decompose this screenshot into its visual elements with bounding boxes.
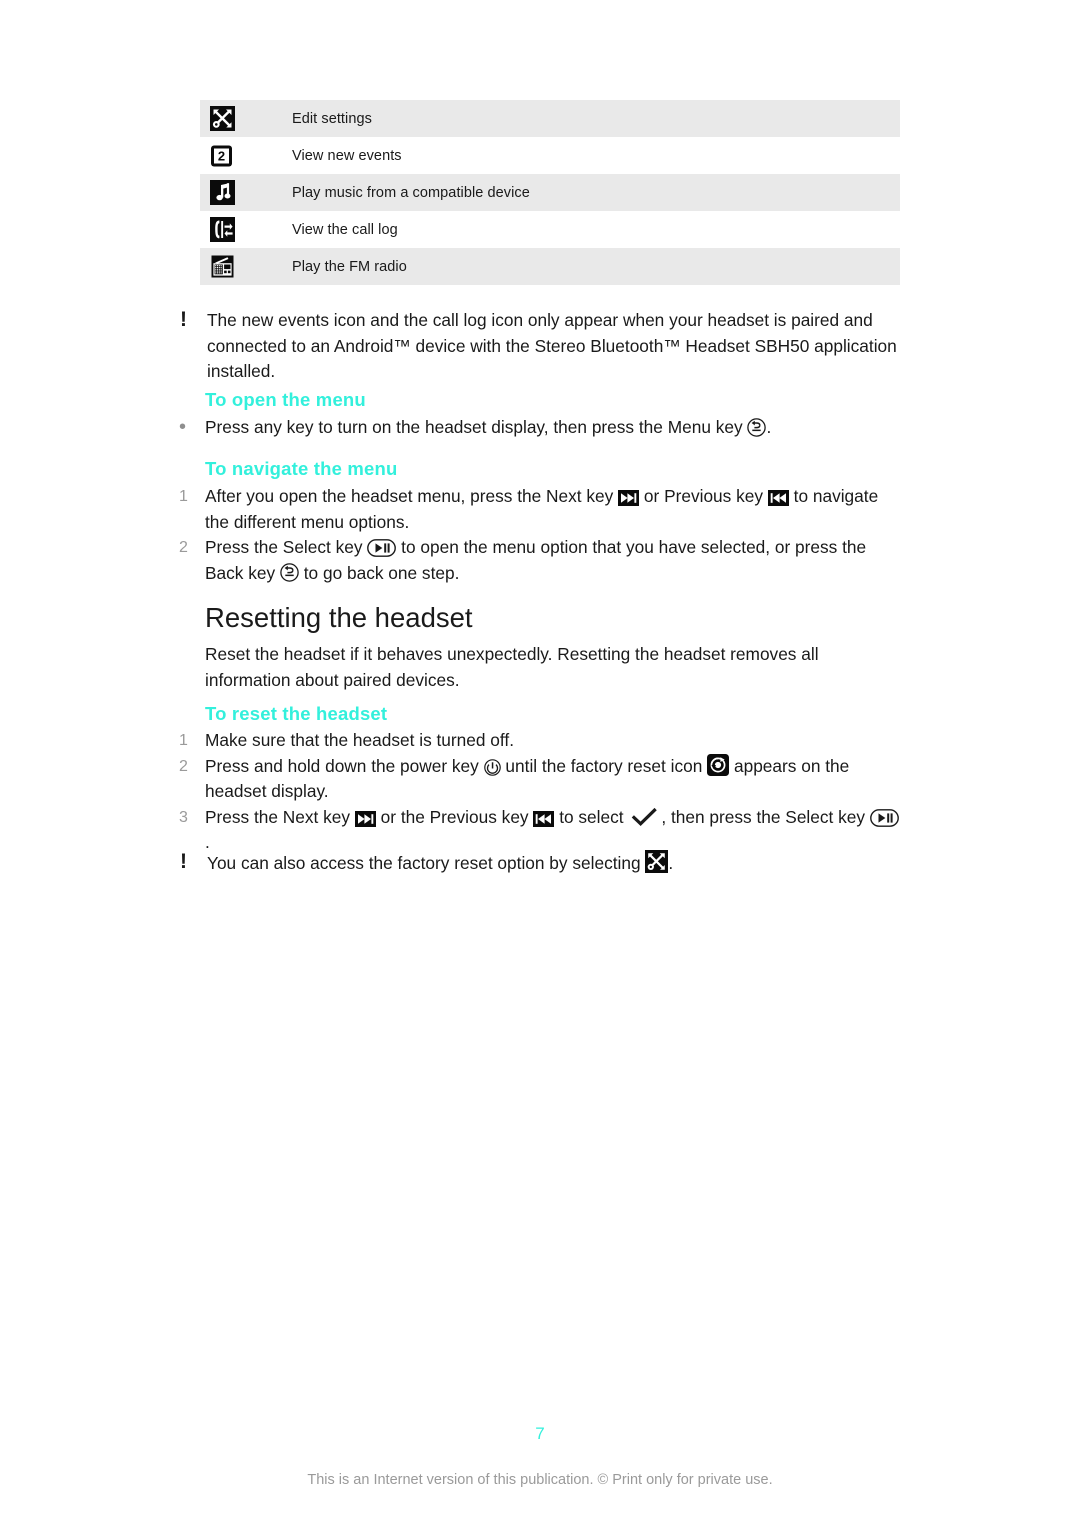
list-item: 1 After you open the headset menu, press… [172, 484, 902, 535]
note-text-before: You can also access the factory reset op… [207, 853, 641, 874]
list-item-body: Make sure that the headset is turned off… [205, 730, 515, 750]
previous-key-icon [767, 489, 789, 506]
note-factory-reset-text: You can also access the factory reset op… [207, 850, 902, 877]
table-row: Edit settings [200, 100, 900, 137]
reset-step2-part1: Press and hold down the power key [205, 755, 479, 776]
exclamation-icon: ! [180, 308, 187, 331]
heading-to-navigate-the-menu: To navigate the menu [205, 458, 398, 479]
next-key-icon [354, 810, 376, 827]
list-number: 2 [179, 757, 188, 775]
step1-part2: or Previous key [643, 486, 764, 506]
resetting-paragraph: Reset the headset if it behaves unexpect… [205, 644, 819, 690]
table-cell-label: Play the FM radio [292, 258, 407, 275]
note-text-after: . [668, 853, 674, 874]
table-cell-icon: 2 [200, 144, 292, 168]
tools-icon [210, 106, 235, 131]
table-cell-icon [200, 180, 292, 205]
list-bullet: • [179, 416, 187, 438]
svg-text:2: 2 [218, 148, 225, 163]
table-cell-icon [200, 254, 292, 279]
reset-step3-part1: Press the Next key [205, 806, 351, 827]
table-cell-label: Edit settings [292, 110, 372, 127]
heading-to-open-the-menu: To open the menu [205, 389, 366, 410]
list-item: 2 Press and hold down the power key unti… [172, 753, 902, 805]
select-key-icon [869, 808, 899, 827]
table-row: 2 View new events [200, 137, 900, 174]
open-menu-list: • Press any key to turn on the headset d… [172, 415, 902, 441]
new-events-icon: 2 [210, 144, 233, 168]
page-number: 7 [535, 1424, 545, 1443]
fm-radio-icon [210, 254, 235, 279]
music-note-icon [210, 180, 235, 205]
list-item: 2 Press the Select key to open the menu … [172, 535, 902, 586]
checkmark-icon [631, 807, 658, 827]
table-cell-label: View new events [292, 147, 402, 164]
step2-part1: Press the Select key [205, 537, 363, 557]
footer-note: This is an Internet version of this publ… [307, 1472, 773, 1488]
list-number: 3 [179, 808, 188, 826]
previous-key-icon [533, 810, 555, 827]
table-cell-label: Play music from a compatible device [292, 184, 530, 201]
navigate-menu-list: 1 After you open the headset menu, press… [172, 484, 902, 586]
call-log-icon [210, 217, 235, 242]
exclamation-icon: ! [180, 850, 187, 873]
page-title-resetting-the-headset: Resetting the headset [205, 602, 473, 633]
list-item-body: Press and hold down the power key until … [205, 753, 902, 805]
list-item-body: Press any key to turn on the headset dis… [205, 415, 902, 441]
list-item: 3 Press the Next key or the Previous key [172, 805, 902, 856]
list-item: • Press any key to turn on the headset d… [172, 415, 902, 441]
select-key-icon [367, 538, 397, 557]
table-row: Play the FM radio [200, 248, 900, 285]
note-factory-reset: ! You can also access the factory reset … [172, 850, 902, 877]
list-item-body: After you open the headset menu, press t… [205, 484, 902, 535]
list-item-body: Press the Next key or the Previous key t… [205, 805, 902, 856]
reset-step2-part2: until the factory reset icon [505, 755, 703, 776]
list-number: 1 [179, 732, 188, 749]
open-menu-text-before: Press any key to turn on the headset dis… [205, 417, 743, 437]
table-row: View the call log [200, 211, 900, 248]
list-item-body: Press the Select key to open the menu op… [205, 535, 902, 586]
headset-icon-table: Edit settings 2 View new events Play mus… [200, 100, 900, 285]
note-pairing-text: The new events icon and the call log ico… [207, 310, 897, 381]
power-key-icon [483, 758, 501, 776]
table-cell-label: View the call log [292, 221, 398, 238]
back-key-icon [280, 563, 299, 583]
step1-part1: After you open the headset menu, press t… [205, 486, 614, 506]
open-menu-text-after: . [766, 417, 772, 437]
heading-to-reset-the-headset: To reset the headset [205, 703, 388, 724]
next-key-icon [618, 489, 640, 506]
list-number: 2 [179, 539, 188, 556]
table-row: Play music from a compatible device [200, 174, 900, 211]
reset-step3-part3: to select [559, 806, 624, 827]
menu-key-icon [747, 418, 767, 437]
reset-step3-part4: , then press the Select key [661, 806, 866, 827]
list-item: 1 Make sure that the headset is turned o… [172, 728, 902, 754]
table-cell-icon [200, 106, 292, 131]
step2-part3: to go back one step. [303, 562, 460, 583]
table-cell-icon [200, 217, 292, 242]
factory-reset-icon [707, 753, 730, 776]
reset-step3-part2: or the Previous key [380, 806, 529, 827]
reset-steps-list: 1 Make sure that the headset is turned o… [172, 728, 902, 856]
list-number: 1 [179, 488, 188, 505]
note-pairing: ! The new events icon and the call log i… [172, 308, 902, 385]
tools-icon [645, 850, 669, 873]
